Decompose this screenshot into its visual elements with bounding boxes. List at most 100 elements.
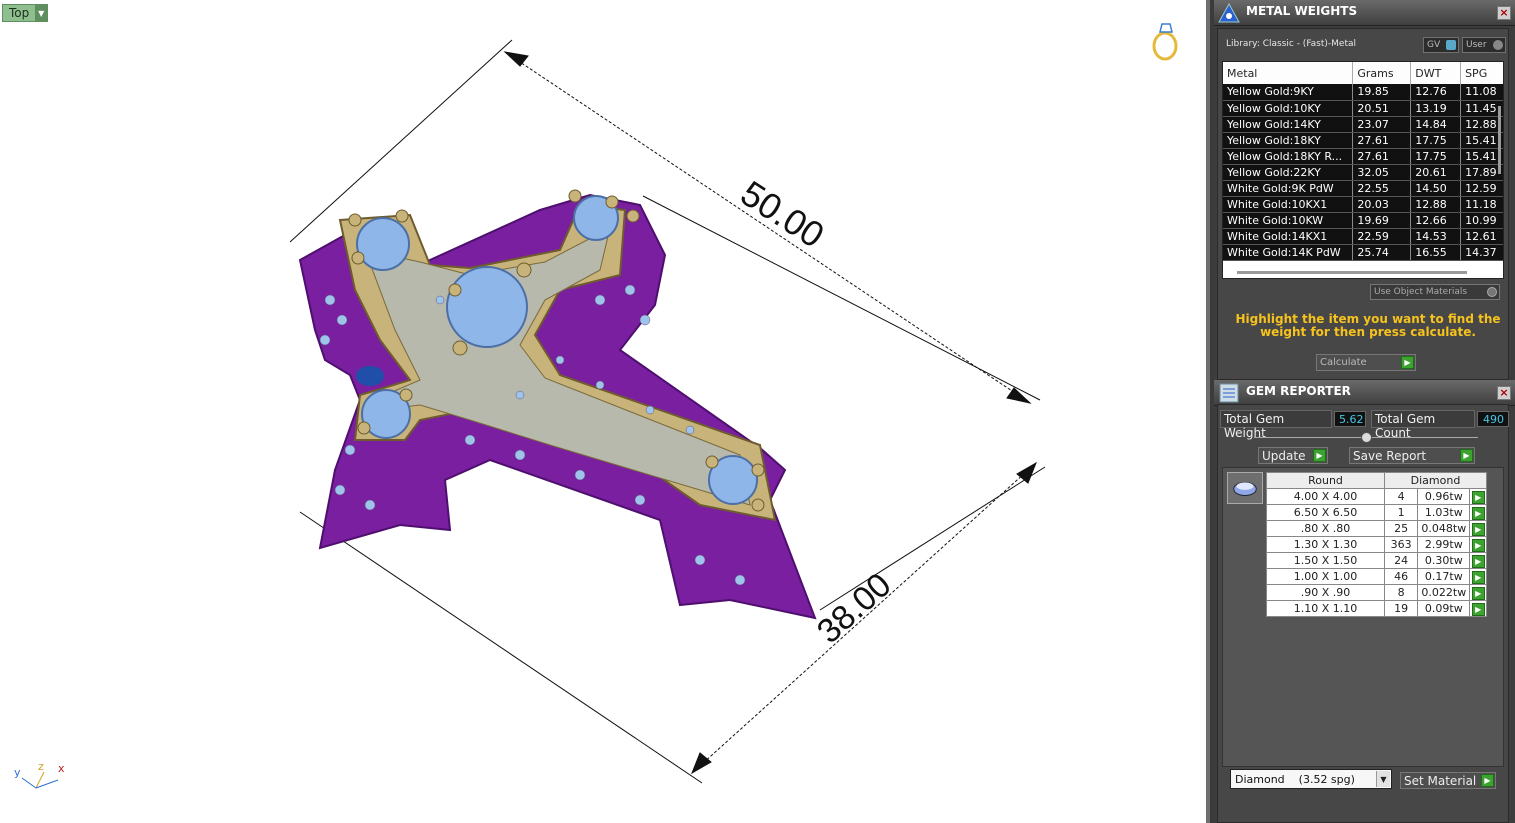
calculate-label: Calculate	[1320, 357, 1367, 368]
table-row[interactable]: White Gold:14KX1 22.59 14.53 12.61	[1223, 228, 1503, 245]
column-header-dwt[interactable]: DWT	[1410, 62, 1462, 84]
table-cell: 16.55	[1410, 244, 1462, 261]
calculate-button[interactable]: Calculate ▶	[1316, 354, 1416, 371]
cross-pendant-model[interactable]	[298, 189, 817, 620]
round-diamond-icon[interactable]	[1227, 472, 1263, 504]
table-cell: Yellow Gold:9KY	[1223, 84, 1354, 101]
column-header-round[interactable]: Round	[1266, 472, 1385, 489]
set-material-button[interactable]: Set Material ▶	[1400, 772, 1496, 789]
gem-weight-cell: 0.09tw	[1417, 600, 1471, 617]
table-cell: 19.69	[1352, 212, 1412, 229]
gem-row[interactable]: 1.00 X 1.00 46 0.17tw ▶	[1266, 568, 1487, 585]
gem-size-cell: 4.00 X 4.00	[1266, 488, 1385, 505]
table-row[interactable]: White Gold:10KX1 20.03 12.88 11.18	[1223, 196, 1503, 213]
save-report-button[interactable]: Save Report ▶	[1349, 447, 1475, 464]
play-icon: ▶	[1471, 490, 1485, 504]
gem-reporter-section: Total Gem Weight 5.62 Total Gem Count 49…	[1217, 404, 1509, 823]
gem-row[interactable]: .90 X .90 8 0.022tw ▶	[1266, 584, 1487, 601]
table-row[interactable]: Yellow Gold:10KY 20.51 13.19 11.45	[1223, 100, 1503, 117]
axis-indicator: y z x	[14, 760, 65, 789]
toggle-on-icon	[1446, 40, 1456, 50]
gem-row[interactable]: .80 X .80 25 0.048tw ▶	[1266, 520, 1487, 537]
gem-weight-cell: 0.048tw	[1417, 520, 1471, 537]
material-select[interactable]: Diamond (3.52 spg) ▼	[1230, 769, 1392, 789]
metal-weights-table[interactable]: Metal Grams DWT SPG Yellow Gold:9KY 19.85…	[1222, 61, 1504, 279]
chevron-down-icon[interactable]: ▼	[1376, 771, 1390, 787]
table-cell: 13.19	[1410, 100, 1462, 117]
3d-viewport[interactable]: Top ▼ 50.00 38.00 y z x	[0, 0, 1210, 823]
close-icon[interactable]: ×	[1497, 6, 1511, 20]
gem-row[interactable]: 1.10 X 1.10 19 0.09tw ▶	[1266, 600, 1487, 617]
gem-size-cell: 1.30 X 1.30	[1266, 536, 1385, 553]
play-icon: ▶	[1471, 538, 1485, 552]
gem-reporter-title: GEM REPORTER	[1246, 384, 1351, 398]
gem-size-cell: 6.50 X 6.50	[1266, 504, 1385, 521]
total-gem-count-label: Total Gem Count	[1371, 410, 1475, 440]
gem-row[interactable]: 1.30 X 1.30 363 2.99tw ▶	[1266, 536, 1487, 553]
use-object-materials-label: Use Object Materials	[1374, 287, 1468, 297]
play-icon: ▶	[1401, 356, 1414, 369]
table-row[interactable]: Yellow Gold:18KY 27.61 17.75 15.41	[1223, 132, 1503, 149]
column-header-grams[interactable]: Grams	[1352, 62, 1412, 84]
table-cell: 20.51	[1352, 100, 1412, 117]
gem-select-button[interactable]: ▶	[1469, 488, 1487, 505]
gem-select-button[interactable]: ▶	[1469, 536, 1487, 553]
table-cell: 12.66	[1410, 212, 1462, 229]
gem-row[interactable]: 6.50 X 6.50 1 1.03tw ▶	[1266, 504, 1487, 521]
table-cell: 12.61	[1460, 228, 1503, 245]
gem-count-cell: 46	[1383, 568, 1419, 585]
play-icon: ▶	[1460, 449, 1473, 462]
ring-icon[interactable]	[1148, 20, 1184, 62]
table-cell: White Gold:14K PdW	[1223, 244, 1354, 261]
table-cell: 10.99	[1460, 212, 1503, 229]
table-cell: White Gold:10KX1	[1223, 196, 1354, 213]
gem-select-button[interactable]: ▶	[1469, 504, 1487, 521]
side-panel: METAL WEIGHTS × Library: Classic - (Fast…	[1214, 0, 1515, 823]
update-button[interactable]: Update ▶	[1258, 447, 1328, 464]
gv-toggle[interactable]: GV	[1423, 37, 1459, 53]
play-icon: ▶	[1481, 774, 1494, 787]
table-cell: 20.61	[1410, 164, 1462, 181]
horizontal-scrollbar[interactable]	[1237, 271, 1467, 274]
table-cell: 22.55	[1352, 180, 1412, 197]
table-row[interactable]: White Gold:10KW 19.69 12.66 10.99	[1223, 212, 1503, 229]
gem-weight-cell: 2.99tw	[1417, 536, 1471, 553]
dimension-length-label: 50.00	[734, 172, 832, 255]
table-cell: White Gold:10KW	[1223, 212, 1354, 229]
gem-count-cell: 363	[1383, 536, 1419, 553]
table-cell: 11.18	[1460, 196, 1503, 213]
vertical-scrollbar[interactable]	[1498, 106, 1501, 174]
gem-size-cell: 1.10 X 1.10	[1266, 600, 1385, 617]
table-row[interactable]: White Gold:9K PdW 22.55 14.50 12.59	[1223, 180, 1503, 197]
gem-select-button[interactable]: ▶	[1469, 552, 1487, 569]
gem-row[interactable]: 4.00 X 4.00 4 0.96tw ▶	[1266, 488, 1487, 505]
close-icon[interactable]: ×	[1497, 386, 1511, 400]
gem-select-button[interactable]: ▶	[1469, 520, 1487, 537]
table-row[interactable]: Yellow Gold:14KY 23.07 14.84 12.88	[1223, 116, 1503, 133]
play-icon: ▶	[1313, 449, 1326, 462]
gem-slider-handle[interactable]	[1361, 432, 1372, 443]
axis-x-label: x	[58, 762, 65, 775]
column-header-diamond[interactable]: Diamond	[1384, 472, 1487, 489]
table-cell: Yellow Gold:18KY R...	[1223, 148, 1354, 165]
gem-select-button[interactable]: ▶	[1469, 600, 1487, 617]
total-gem-count-value: 490	[1477, 411, 1509, 427]
table-row[interactable]: White Gold:14K PdW 25.74 16.55 14.37	[1223, 244, 1503, 261]
play-icon: ▶	[1471, 506, 1485, 520]
metal-weights-section: Library: Classic - (Fast)-Metal GV User …	[1217, 28, 1509, 380]
gem-select-button[interactable]: ▶	[1469, 584, 1487, 601]
gem-count-cell: 8	[1383, 584, 1419, 601]
column-header-metal[interactable]: Metal	[1223, 62, 1354, 84]
play-icon: ▶	[1471, 554, 1485, 568]
calculate-hint: Highlight the item you want to find the …	[1235, 312, 1501, 339]
gem-table[interactable]: Round Diamond 4.00 X 4.00 4 0.96tw ▶ 6.50 X …	[1266, 472, 1487, 617]
use-object-materials-checkbox[interactable]: Use Object Materials	[1370, 284, 1500, 300]
gem-row[interactable]: 1.50 X 1.50 24 0.30tw ▶	[1266, 552, 1487, 569]
gem-select-button[interactable]: ▶	[1469, 568, 1487, 585]
user-toggle[interactable]: User	[1462, 37, 1506, 53]
table-row[interactable]: Yellow Gold:22KY 32.05 20.61 17.89	[1223, 164, 1503, 181]
table-row[interactable]: Yellow Gold:18KY R... 27.61 17.75 15.41	[1223, 148, 1503, 165]
table-row[interactable]: Yellow Gold:9KY 19.85 12.76 11.08	[1223, 84, 1503, 101]
column-header-spg[interactable]: SPG	[1460, 62, 1503, 84]
table-cell: 25.74	[1352, 244, 1412, 261]
